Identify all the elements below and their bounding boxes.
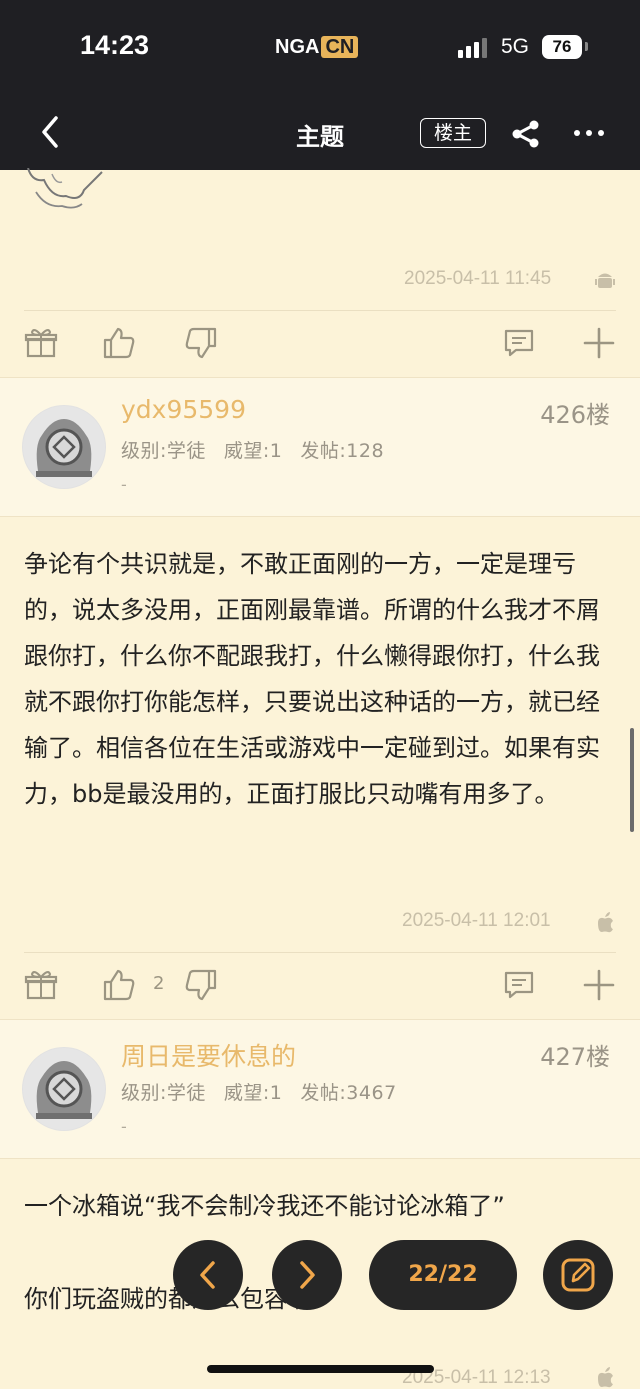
- more-dots-icon: [574, 130, 604, 136]
- status-time: 14:23: [80, 30, 150, 60]
- user-prestige: 威望:1: [223, 440, 283, 462]
- comment-button[interactable]: [502, 968, 536, 1002]
- post-timestamp: 2025-04-11 11:45: [404, 268, 552, 289]
- post-content: 争论有个共识就是，不敢正面刚的一方，一定是理亏的，说太多没用，正面刚最靠谱。所谓…: [24, 550, 600, 808]
- username[interactable]: ydx95599: [121, 395, 246, 424]
- avatar[interactable]: [22, 405, 106, 489]
- page-indicator[interactable]: 22/22: [369, 1240, 517, 1310]
- like-button[interactable]: [102, 968, 136, 1002]
- logo-text: NGA: [275, 36, 320, 58]
- scrollbar[interactable]: [630, 728, 634, 832]
- username[interactable]: 周日是要休息的: [121, 1037, 296, 1073]
- user-level: 级别:学徒: [121, 1082, 206, 1104]
- user-post-count: 发帖:3467: [300, 1082, 397, 1104]
- android-icon: [595, 273, 615, 288]
- user-signature: -: [121, 475, 127, 494]
- next-page-button[interactable]: [272, 1240, 342, 1310]
- battery-icon: 76: [542, 35, 582, 59]
- dislike-button[interactable]: [184, 968, 218, 1002]
- chevron-left-icon: [200, 1261, 215, 1289]
- gift-button[interactable]: [24, 326, 58, 360]
- network-type: 5G: [501, 35, 530, 58]
- page-title: 主题: [296, 123, 344, 151]
- comment-button[interactable]: [502, 326, 536, 360]
- sticker-image: [22, 168, 108, 212]
- battery-tip: [585, 42, 588, 51]
- post-content-line: 一个冰箱说“我不会制冷我还不能讨论冰箱了”: [24, 1192, 505, 1220]
- app-logo: NGA CN: [275, 36, 359, 59]
- prev-page-button[interactable]: [173, 1240, 243, 1310]
- chevron-right-icon: [300, 1261, 315, 1289]
- floor-number: 427楼: [540, 1043, 610, 1071]
- edit-icon: [561, 1258, 595, 1292]
- share-icon: [512, 120, 539, 148]
- user-level: 级别:学徒: [121, 440, 206, 462]
- owner-only-button[interactable]: 楼主: [420, 118, 486, 148]
- user-meta: 级别:学徒 威望:1 发帖:3467: [121, 1078, 415, 1105]
- user-signature: -: [121, 1117, 127, 1136]
- share-button[interactable]: [510, 118, 542, 150]
- user-prestige: 威望:1: [223, 1082, 283, 1104]
- dislike-button[interactable]: [184, 326, 218, 360]
- chevron-left-icon: [42, 116, 58, 148]
- apple-icon: [598, 912, 613, 933]
- post-actions: [0, 311, 640, 375]
- home-indicator[interactable]: [207, 1365, 434, 1373]
- post-actions: 2: [0, 953, 640, 1017]
- floor-number: 426楼: [540, 401, 610, 429]
- post-header: ydx95599 426楼 级别:学徒 威望:1 发帖:128 -: [0, 377, 640, 517]
- gift-button[interactable]: [24, 968, 58, 1002]
- like-count: 2: [153, 973, 165, 994]
- user-meta: 级别:学徒 威望:1 发帖:128: [121, 436, 402, 463]
- signal-icon: [458, 38, 490, 58]
- logo-suffix: CN: [321, 36, 359, 58]
- reply-plus-button[interactable]: [582, 968, 616, 1002]
- post-header: 周日是要休息的 427楼 级别:学徒 威望:1 发帖:3467 -: [0, 1019, 640, 1159]
- post-timestamp: 2025-04-11 12:01: [402, 910, 551, 931]
- like-button[interactable]: [102, 326, 136, 360]
- back-button[interactable]: [36, 112, 66, 152]
- user-post-count: 发帖:128: [300, 440, 385, 462]
- apple-icon: [598, 1367, 613, 1388]
- top-bar: 14:23 NGA CN 5G 76 主题 楼主: [0, 0, 640, 170]
- compose-button[interactable]: [543, 1240, 613, 1310]
- reply-plus-button[interactable]: [582, 326, 616, 360]
- more-button[interactable]: [572, 118, 606, 148]
- avatar[interactable]: [22, 1047, 106, 1131]
